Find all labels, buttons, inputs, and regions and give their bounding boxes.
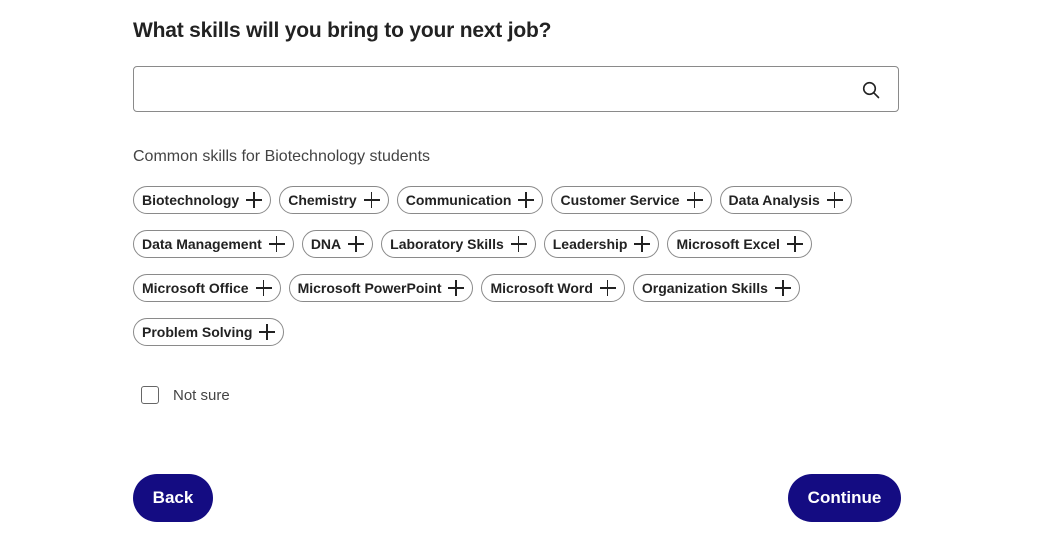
plus-icon <box>599 280 616 296</box>
skill-chip[interactable]: Communication <box>396 186 544 214</box>
skill-chip-label: Customer Service <box>560 192 680 208</box>
plus-icon <box>268 236 285 252</box>
plus-icon <box>246 192 263 208</box>
skill-chip[interactable]: Biotechnology <box>133 186 272 214</box>
plus-icon <box>255 280 272 296</box>
not-sure-option[interactable]: Not sure <box>141 386 230 404</box>
skill-chip-label: Chemistry <box>288 192 357 208</box>
skill-chip[interactable]: DNA <box>301 230 374 258</box>
plus-icon <box>518 192 535 208</box>
skill-chip-label: Communication <box>405 192 512 208</box>
skill-chip[interactable]: Data Analysis <box>719 186 852 214</box>
plus-icon <box>510 236 527 252</box>
skill-chip-label: Microsoft PowerPoint <box>297 280 442 296</box>
skill-chip[interactable]: Problem Solving <box>133 318 285 346</box>
skill-chip[interactable]: Data Management <box>133 230 294 258</box>
skill-chip-label: Data Management <box>142 236 262 252</box>
skill-chip-list: Biotechnology Chemistry Communication Cu… <box>133 186 913 362</box>
not-sure-checkbox[interactable] <box>141 386 159 404</box>
continue-button[interactable]: Continue <box>788 474 901 522</box>
skill-chip-label: Microsoft Excel <box>676 236 780 252</box>
back-button[interactable]: Back <box>133 474 213 522</box>
skill-search-box[interactable] <box>133 66 899 113</box>
skill-chip[interactable]: Microsoft Office <box>133 274 281 302</box>
skill-search-input[interactable] <box>146 67 850 113</box>
plus-icon <box>634 236 651 252</box>
plus-icon <box>448 280 465 296</box>
plus-icon <box>363 192 380 208</box>
chip-row: Data Management DNA Laboratory Skills Le… <box>133 230 913 258</box>
skill-chip-label: Organization Skills <box>641 280 768 296</box>
plus-icon <box>686 192 703 208</box>
not-sure-label: Not sure <box>173 386 230 404</box>
plus-icon <box>786 236 803 252</box>
plus-icon <box>826 192 843 208</box>
chip-row: Problem Solving <box>133 318 913 346</box>
skill-chip[interactable]: Organization Skills <box>632 274 800 302</box>
common-skills-heading: Common skills for Biotechnology students <box>133 148 431 165</box>
search-icon[interactable] <box>862 81 880 99</box>
page-title: What skills will you bring to your next … <box>133 19 552 42</box>
plus-icon <box>774 280 791 296</box>
skill-chip[interactable]: Microsoft Excel <box>667 230 812 258</box>
skill-chip[interactable]: Microsoft Word <box>481 274 625 302</box>
skill-chip-label: Problem Solving <box>142 324 253 340</box>
skill-chip[interactable]: Leadership <box>543 230 660 258</box>
plus-icon <box>259 324 276 340</box>
chip-row: Microsoft Office Microsoft PowerPoint Mi… <box>133 274 913 302</box>
skill-chip-label: Biotechnology <box>142 192 240 208</box>
skill-chip[interactable]: Laboratory Skills <box>381 230 536 258</box>
skill-chip-label: Data Analysis <box>728 192 820 208</box>
chip-row: Biotechnology Chemistry Communication Cu… <box>133 186 913 214</box>
skill-chip[interactable]: Chemistry <box>279 186 389 214</box>
skill-chip[interactable]: Microsoft PowerPoint <box>288 274 474 302</box>
plus-icon <box>348 236 365 252</box>
skill-chip-label: Microsoft Office <box>142 280 249 296</box>
skill-chip[interactable]: Customer Service <box>551 186 712 214</box>
skill-chip-label: Laboratory Skills <box>390 236 504 252</box>
skill-chip-label: Microsoft Word <box>490 280 593 296</box>
skill-chip-label: DNA <box>310 236 342 252</box>
skill-chip-label: Leadership <box>552 236 628 252</box>
